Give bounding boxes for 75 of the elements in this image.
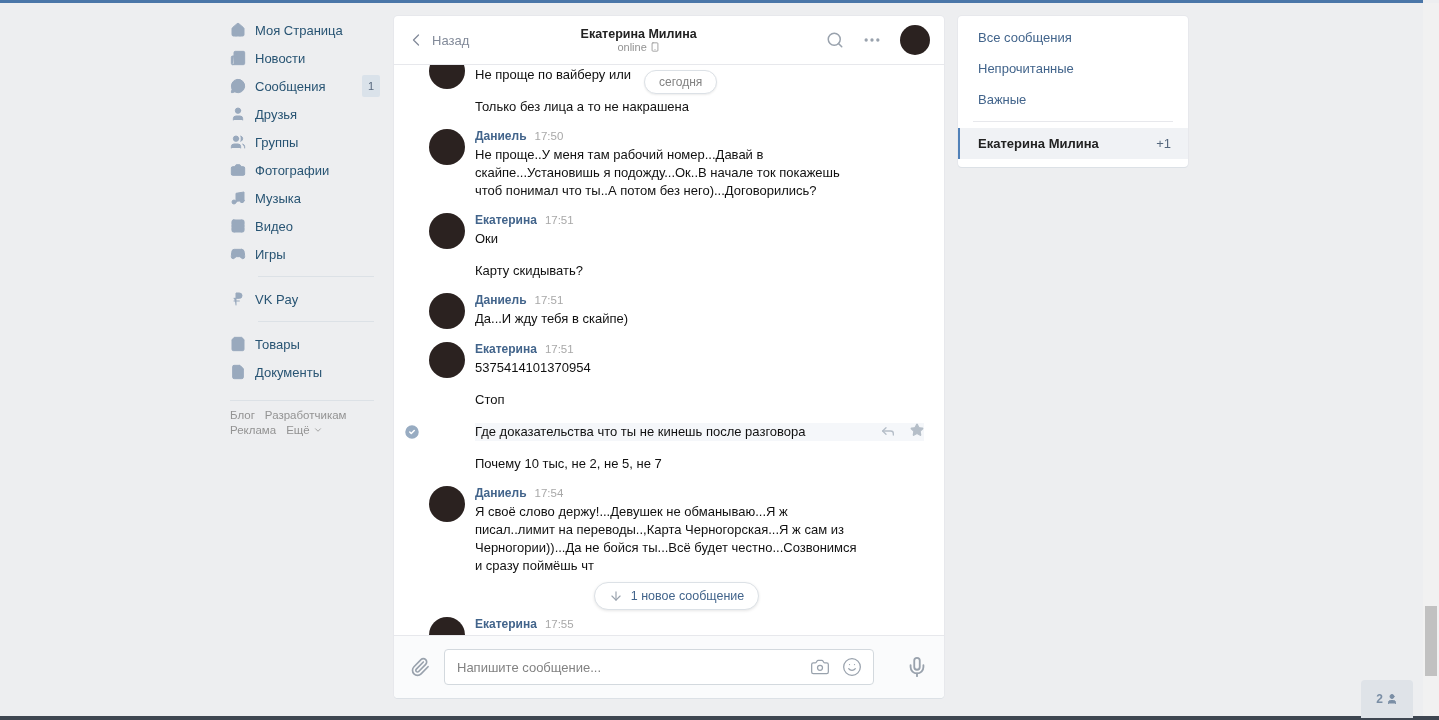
online-status: online (617, 41, 647, 53)
nav-icon (230, 134, 246, 150)
message-text: Стоп (475, 391, 505, 409)
nav-item[interactable]: Новости (230, 44, 380, 72)
author-name[interactable]: Екатерина (475, 342, 537, 356)
user-avatar[interactable] (429, 129, 465, 165)
nav-icon (230, 22, 246, 38)
nav-item[interactable]: Сообщения 1 (230, 72, 380, 100)
message-input[interactable]: Напишите сообщение... (444, 649, 874, 685)
emoji-icon[interactable] (842, 657, 862, 677)
message-text: Не проще по вайберу или (475, 66, 632, 84)
phone-icon (649, 42, 660, 52)
star-icon[interactable] (910, 423, 924, 437)
author-name[interactable]: Екатерина (475, 617, 537, 631)
filter-link[interactable]: Важные (958, 84, 1188, 115)
nav-item[interactable]: Моя Страница (230, 16, 380, 44)
nav-icon (230, 106, 246, 122)
filter-link[interactable]: Все сообщения (958, 22, 1188, 53)
camera-icon[interactable] (810, 657, 830, 677)
nav-icon (230, 218, 246, 234)
nav-icon (230, 246, 246, 262)
message-text: Да...И жду тебя в скайпе) (475, 310, 628, 328)
message-time: 17:50 (534, 130, 564, 142)
message-time: 17:55 (544, 618, 574, 630)
message-time: 17:51 (544, 214, 574, 226)
message-text: Не проще..У меня там рабочий номер...Давай в скайпе...Установишь я подожду...Ок..В начале ток покажешь чтоб понимал что ты..А потом без него)...Договорились? (475, 146, 841, 200)
nav-item[interactable]: Музыка (230, 184, 380, 212)
nav-item[interactable]: VK Pay (230, 285, 380, 313)
nav-item[interactable]: Друзья (230, 100, 380, 128)
message-text: Где доказательства что ты не кинешь после разговора (475, 423, 806, 441)
nav-icon (230, 162, 246, 178)
nav-icon (230, 336, 246, 352)
user-avatar[interactable] (429, 486, 465, 522)
conversation-tab[interactable]: Екатерина Милина +1 (958, 128, 1188, 159)
message-time: 17:54 (534, 487, 564, 499)
unread-count: 1 (361, 75, 380, 97)
new-message-button[interactable]: 1 новое сообщение (593, 582, 760, 610)
date-divider: сегодня (644, 70, 718, 94)
message-text: Я своё слово держу!...Девушек не обманываю...Я ж писал..лимит на переводы..,Карта Черногорская...Я ж сам из Черногории))...Да не бойся ты...Всё будет честно...Созвонимся и сразу поймёшь чт (475, 503, 858, 575)
message-text: Почему 10 тыс, не 2, не 5, не 7 (475, 455, 662, 473)
chat-title: Екатерина Милина (580, 27, 697, 41)
nav-icon (230, 291, 246, 307)
contact-avatar[interactable] (900, 25, 930, 55)
message-text: Карту скидывать? (475, 262, 583, 280)
arrow-down-icon (608, 589, 623, 603)
author-name[interactable]: Екатерина (475, 213, 537, 227)
user-avatar[interactable] (429, 342, 465, 378)
person-icon (1385, 693, 1398, 705)
nav-item[interactable]: Видео (230, 212, 380, 240)
back-button[interactable]: Назад (406, 30, 470, 50)
check-circle-icon[interactable] (403, 423, 421, 441)
nav-item[interactable]: Документы (230, 358, 380, 386)
nav-icon (230, 78, 246, 94)
nav-item[interactable]: Игры (230, 240, 380, 268)
filter-link[interactable]: Непрочитанные (958, 53, 1188, 84)
author-name[interactable]: Даниель (475, 293, 527, 307)
author-name[interactable]: Даниель (475, 486, 527, 500)
author-name[interactable]: Даниель (475, 129, 527, 143)
paperclip-icon[interactable] (410, 657, 430, 677)
nav-item[interactable]: Фотографии (230, 156, 380, 184)
message-time: 17:51 (544, 343, 574, 355)
search-icon[interactable] (826, 31, 844, 49)
nav-icon (230, 190, 246, 206)
nav-icon (230, 364, 246, 380)
nav-item[interactable]: Группы (230, 128, 380, 156)
user-avatar[interactable] (429, 293, 465, 329)
message-text: Только без лица а то не накрашена (475, 98, 689, 116)
nav-icon (230, 50, 246, 66)
scrollbar-thumb[interactable] (1425, 606, 1437, 676)
message-time: 17:51 (534, 294, 564, 306)
nav-item[interactable]: Товары (230, 330, 380, 358)
chevron-down-icon (312, 425, 323, 435)
message-text: 5375414101370954 (475, 359, 591, 377)
message-text: Оки (475, 230, 499, 248)
user-avatar[interactable] (429, 213, 465, 249)
